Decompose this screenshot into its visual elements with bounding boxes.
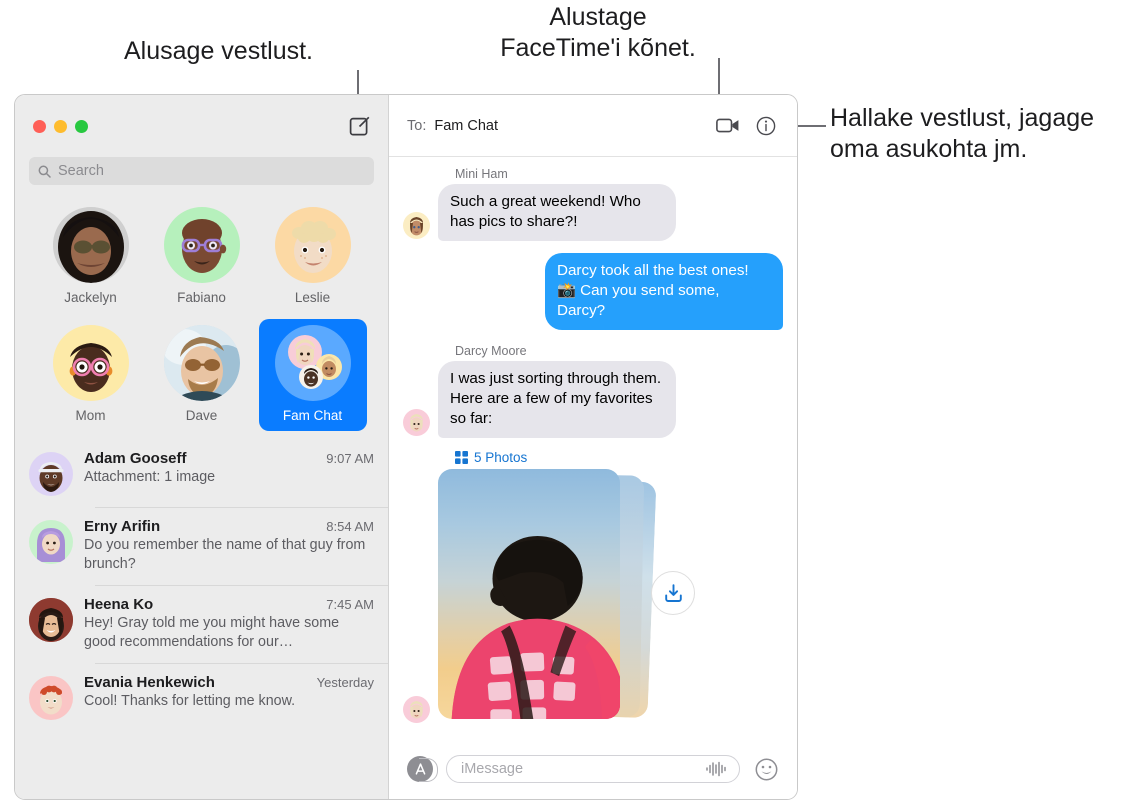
avatar xyxy=(52,325,129,401)
conversation-body: Adam Gooseff 9:07 AM Attachment: 1 image xyxy=(84,450,374,487)
message-group-outgoing-1: Darcy took all the best ones! 📸 Can you … xyxy=(403,253,783,330)
search-placeholder: Search xyxy=(58,163,104,179)
pinned-item-label: Fam Chat xyxy=(282,408,343,423)
avatar xyxy=(274,207,351,283)
message-row: Darcy took all the best ones! 📸 Can you … xyxy=(403,253,783,330)
conversation-name: Heena Ko xyxy=(84,596,154,613)
avatar xyxy=(163,325,240,401)
sidebar: Search Jackelyn Fabiano Leslie Mom Dave … xyxy=(15,95,389,799)
message-bubble[interactable]: Such a great weekend! Who has pics to sh… xyxy=(438,184,676,241)
conversation-body: Erny Arifin 8:54 AM Do you remember the … xyxy=(84,518,374,574)
avatar xyxy=(52,207,129,283)
message-row: Such a great weekend! Who has pics to sh… xyxy=(403,184,783,241)
photo-card-front xyxy=(438,469,620,719)
conversation-preview: Hey! Gray told me you might have some go… xyxy=(84,615,340,650)
sender-name: Mini Ham xyxy=(455,167,508,181)
conversation-preview: Do you remember the name of that guy fro… xyxy=(84,537,366,572)
message-bubble[interactable]: I was just sorting through them. Here ar… xyxy=(438,361,676,438)
pinned-item-label: Mom xyxy=(75,408,106,423)
annotation-details: Hallake vestlust, jagage oma asukohta jm… xyxy=(830,104,1095,163)
compose-square-pencil-icon[interactable] xyxy=(348,114,372,138)
recipient-name[interactable]: Fam Chat xyxy=(434,118,498,134)
photos-attachment-label[interactable]: 5 Photos xyxy=(455,450,783,465)
conversation-body: Evania Henkewich Yesterday Cool! Thanks … xyxy=(84,674,374,711)
avatar xyxy=(29,452,73,496)
pinned-item-label: Fabiano xyxy=(177,290,226,305)
traffic-lights xyxy=(33,119,88,133)
annotation-facetime: Alustage FaceTime'i kõnet. xyxy=(500,3,696,62)
avatar xyxy=(29,520,73,564)
chat-pane: To: Fam Chat Mini Ham Such a great weeke… xyxy=(389,95,797,799)
zoom-button[interactable] xyxy=(75,119,88,133)
pinned-conversations-grid: Jackelyn Fabiano Leslie Mom Dave Fam Cha… xyxy=(15,185,388,437)
conversation-row-heena-ko[interactable]: Heena Ko 7:45 AM Hey! Gray told me you m… xyxy=(15,585,388,663)
messages-window: Search Jackelyn Fabiano Leslie Mom Dave … xyxy=(14,94,798,800)
pinned-item-label: Jackelyn xyxy=(64,290,117,305)
message-group-incoming-2: Darcy Moore I was just sorting through t… xyxy=(403,344,783,438)
sender-name: Darcy Moore xyxy=(455,344,527,358)
conversation-time: 9:07 AM xyxy=(326,451,374,466)
message-group-incoming-1: Mini Ham Such a great weekend! Who has p… xyxy=(403,167,783,241)
smiley-face-icon[interactable] xyxy=(753,756,779,782)
conversation-row-erny-arifin[interactable]: Erny Arifin 8:54 AM Do you remember the … xyxy=(15,507,388,585)
imessage-placeholder: iMessage xyxy=(461,761,524,777)
pinned-item-leslie[interactable]: Leslie xyxy=(259,201,367,313)
avatar xyxy=(403,409,430,436)
conversation-time: Yesterday xyxy=(316,675,374,690)
imessage-input[interactable]: iMessage xyxy=(446,755,740,783)
audio-waveform-icon[interactable] xyxy=(705,761,727,777)
search-icon xyxy=(38,165,51,178)
conversation-row-adam-gooseff[interactable]: Adam Gooseff 9:07 AM Attachment: 1 image xyxy=(15,439,388,507)
photos-count-label: 5 Photos xyxy=(474,450,528,465)
info-circle-icon[interactable] xyxy=(751,112,781,140)
pinned-item-fabiano[interactable]: Fabiano xyxy=(148,201,256,313)
message-row: I was just sorting through them. Here ar… xyxy=(403,361,783,438)
conversation-name: Erny Arifin xyxy=(84,518,161,535)
app-store-icon[interactable] xyxy=(407,756,438,782)
conversation-time: 8:54 AM xyxy=(326,519,374,534)
conversation-name: Evania Henkewich xyxy=(84,674,215,691)
avatar xyxy=(29,598,73,642)
close-button[interactable] xyxy=(33,119,46,133)
chat-header: To: Fam Chat xyxy=(389,95,797,157)
conversation-time: 7:45 AM xyxy=(326,597,374,612)
conversation-name: Adam Gooseff xyxy=(84,450,187,467)
conversation-preview: Cool! Thanks for letting me know. xyxy=(84,693,296,709)
avatar xyxy=(29,676,73,720)
conversation-body: Heena Ko 7:45 AM Hey! Gray told me you m… xyxy=(84,596,374,652)
window-titlebar xyxy=(15,95,388,157)
pinned-item-jackelyn[interactable]: Jackelyn xyxy=(37,201,145,313)
avatar xyxy=(403,696,430,723)
conversation-list: Adam Gooseff 9:07 AM Attachment: 1 image xyxy=(15,437,388,799)
photo-subject-silhouette xyxy=(451,535,620,719)
avatar xyxy=(403,212,430,239)
pinned-item-mom[interactable]: Mom xyxy=(37,319,145,431)
video-camera-icon[interactable] xyxy=(713,112,743,140)
annotation-compose: Alusage vestlust. xyxy=(124,37,313,65)
minimize-button[interactable] xyxy=(54,119,67,133)
to-label: To: xyxy=(407,117,427,134)
photo-attachment-row xyxy=(403,469,783,727)
message-composer: iMessage xyxy=(389,743,797,799)
download-tray-icon[interactable] xyxy=(651,571,695,615)
search-input[interactable]: Search xyxy=(29,157,374,185)
message-bubble[interactable]: Darcy took all the best ones! 📸 Can you … xyxy=(545,253,783,330)
photo-stack[interactable] xyxy=(438,469,657,727)
avatar xyxy=(163,207,240,283)
pinned-item-label: Leslie xyxy=(294,290,331,305)
conversation-preview: Attachment: 1 image xyxy=(84,469,216,485)
grid-squares-icon xyxy=(455,451,468,464)
search-container: Search xyxy=(15,157,388,185)
message-list: Mini Ham Such a great weekend! Who has p… xyxy=(389,157,797,743)
pinned-item-label: Dave xyxy=(185,408,218,423)
screenshot-root: Alusage vestlust. Alustage FaceTime'i kõ… xyxy=(0,0,1146,803)
conversation-row-evania-henkewich[interactable]: Evania Henkewich Yesterday Cool! Thanks … xyxy=(15,663,388,731)
avatar-group xyxy=(274,325,351,401)
pinned-item-dave[interactable]: Dave xyxy=(148,319,256,431)
pinned-item-fam-chat[interactable]: Fam Chat xyxy=(258,319,367,431)
